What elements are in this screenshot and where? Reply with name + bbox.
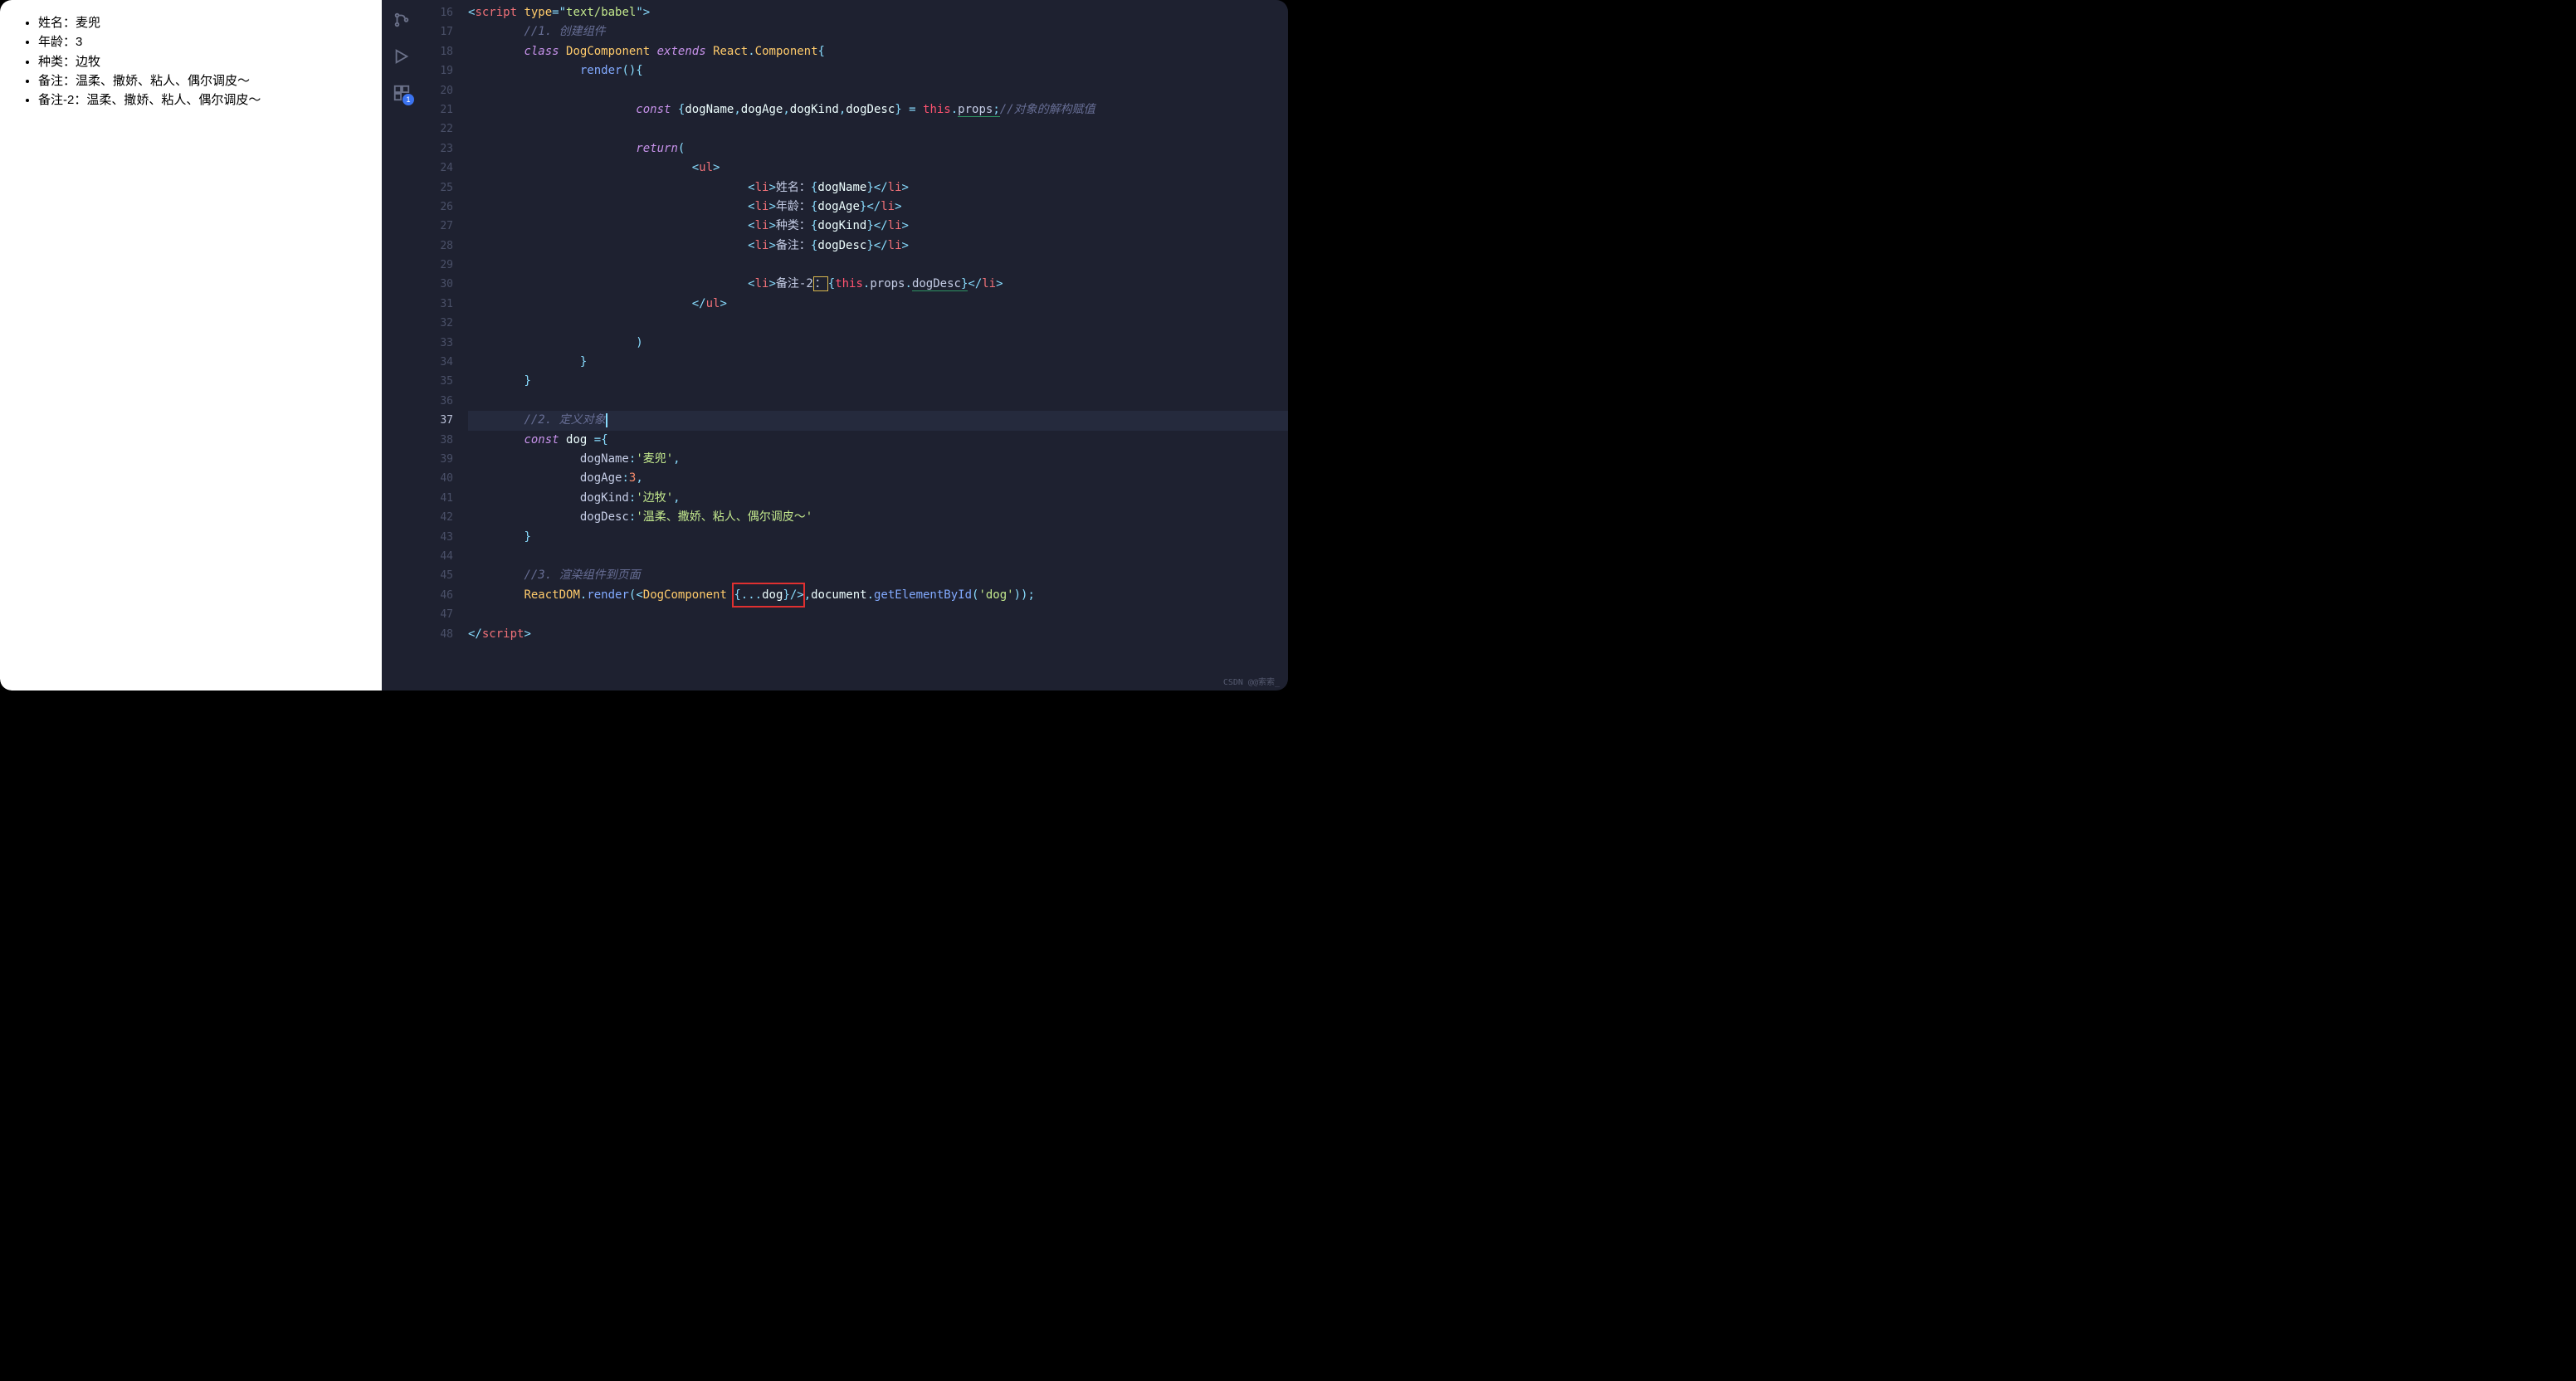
code-line[interactable]: <script type="text/babel"> [468, 3, 1288, 22]
line-number[interactable]: 22 [422, 120, 453, 139]
line-number[interactable]: 25 [422, 178, 453, 198]
activity-bar: 1 [382, 0, 422, 690]
line-number[interactable]: 45 [422, 566, 453, 585]
line-number[interactable]: 38 [422, 431, 453, 450]
line-number[interactable]: 44 [422, 547, 453, 566]
text-cursor [606, 413, 607, 427]
code-line[interactable]: } [468, 372, 1288, 391]
code-line[interactable]: } [468, 528, 1288, 547]
line-number[interactable]: 36 [422, 392, 453, 411]
line-number[interactable]: 18 [422, 42, 453, 61]
line-number[interactable]: 19 [422, 61, 453, 81]
code-editor: 1 16171819202122232425262728293031323334… [382, 0, 1288, 690]
line-number[interactable]: 29 [422, 256, 453, 275]
code-line[interactable]: const dog ={ [468, 431, 1288, 450]
code-line[interactable]: //1. 创建组件 [468, 22, 1288, 41]
code-line[interactable]: <li>备注：{dogDesc}</li> [468, 237, 1288, 256]
line-number[interactable]: 21 [422, 100, 453, 120]
line-number[interactable]: 48 [422, 625, 453, 644]
line-number[interactable]: 28 [422, 237, 453, 256]
code-line[interactable]: const {dogName,dogAge,dogKind,dogDesc} =… [468, 100, 1288, 120]
code-line[interactable]: dogDesc:'温柔、撒娇、粘人、偶尔调皮～' [468, 508, 1288, 527]
code-line[interactable] [468, 605, 1288, 624]
code-line[interactable]: //3. 渲染组件到页面 [468, 566, 1288, 585]
line-number[interactable]: 30 [422, 275, 453, 294]
line-gutter[interactable]: 1617181920212223242526272829303132333435… [422, 0, 468, 690]
line-number[interactable]: 16 [422, 3, 453, 22]
line-number[interactable]: 46 [422, 586, 453, 605]
extensions-icon[interactable]: 1 [392, 83, 412, 103]
code-line[interactable] [468, 81, 1288, 100]
code-line[interactable]: class DogComponent extends React.Compone… [468, 42, 1288, 61]
code-line[interactable]: } [468, 353, 1288, 372]
line-number[interactable]: 17 [422, 22, 453, 41]
code-line[interactable]: //2. 定义对象 [468, 411, 1288, 430]
watermark: CSDN @@索索_ [1223, 675, 1280, 687]
line-number[interactable]: 26 [422, 198, 453, 217]
code-line[interactable]: <li>备注-2：{this.props.dogDesc}</li> [468, 275, 1288, 294]
code-line[interactable]: </script> [468, 625, 1288, 644]
code-area[interactable]: <script type="text/babel"> //1. 创建组件 cla… [468, 0, 1288, 690]
line-number[interactable]: 42 [422, 508, 453, 527]
code-line[interactable]: <li>姓名：{dogName}</li> [468, 178, 1288, 198]
code-line[interactable] [468, 120, 1288, 139]
line-number[interactable]: 35 [422, 372, 453, 391]
code-line[interactable]: <li>年龄：{dogAge}</li> [468, 198, 1288, 217]
list-item: 备注-2：温柔、撒娇、粘人、偶尔调皮～ [38, 90, 359, 110]
code-line[interactable]: dogName:'麦兜', [468, 450, 1288, 469]
code-line[interactable]: ReactDOM.render(<DogComponent {...dog}/>… [468, 586, 1288, 605]
line-number[interactable]: 40 [422, 469, 453, 488]
code-line[interactable]: </ul> [468, 295, 1288, 314]
line-number[interactable]: 41 [422, 489, 453, 508]
line-number[interactable]: 20 [422, 81, 453, 100]
code-line[interactable]: <ul> [468, 159, 1288, 178]
extensions-badge: 1 [402, 94, 414, 105]
code-line[interactable]: render(){ [468, 61, 1288, 81]
browser-preview: 姓名：麦兜 年龄：3 种类：边牧 备注：温柔、撒娇、粘人、偶尔调皮～ 备注-2：… [0, 0, 382, 690]
code-line[interactable] [468, 256, 1288, 275]
source-control-icon[interactable] [392, 10, 412, 30]
code-line[interactable] [468, 392, 1288, 411]
line-number[interactable]: 39 [422, 450, 453, 469]
line-number[interactable]: 33 [422, 334, 453, 353]
list-item: 备注：温柔、撒娇、粘人、偶尔调皮～ [38, 71, 359, 90]
code-line[interactable]: ) [468, 334, 1288, 353]
code-line[interactable] [468, 314, 1288, 333]
line-number[interactable]: 34 [422, 353, 453, 372]
list-item: 年龄：3 [38, 32, 359, 51]
preview-list: 姓名：麦兜 年龄：3 种类：边牧 备注：温柔、撒娇、粘人、偶尔调皮～ 备注-2：… [23, 13, 359, 110]
code-line[interactable]: return( [468, 139, 1288, 159]
line-number[interactable]: 27 [422, 217, 453, 236]
code-line[interactable] [468, 547, 1288, 566]
app-window: 姓名：麦兜 年龄：3 种类：边牧 备注：温柔、撒娇、粘人、偶尔调皮～ 备注-2：… [0, 0, 1288, 690]
code-line[interactable]: <li>种类：{dogKind}</li> [468, 217, 1288, 236]
list-item: 姓名：麦兜 [38, 13, 359, 32]
run-debug-icon[interactable] [392, 46, 412, 66]
line-number[interactable]: 24 [422, 159, 453, 178]
code-line[interactable]: dogAge:3, [468, 469, 1288, 488]
line-number[interactable]: 47 [422, 605, 453, 624]
line-number[interactable]: 37 [422, 411, 453, 430]
list-item: 种类：边牧 [38, 52, 359, 71]
line-number[interactable]: 43 [422, 528, 453, 547]
line-number[interactable]: 23 [422, 139, 453, 159]
line-number[interactable]: 32 [422, 314, 453, 333]
code-line[interactable]: dogKind:'边牧', [468, 489, 1288, 508]
line-number[interactable]: 31 [422, 295, 453, 314]
